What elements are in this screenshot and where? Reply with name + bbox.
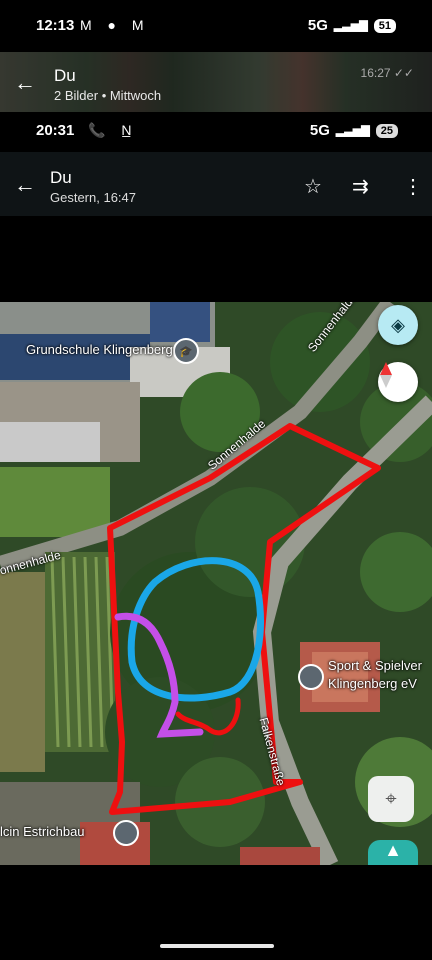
signal-icon: ▂▃▅▇ [333,20,368,32]
contact-title[interactable]: Du [50,168,72,188]
my-location-icon[interactable]: ⌖ [368,776,414,822]
sport-label-2: Klingenberg eV [328,676,417,691]
place-pin-icon [113,820,139,846]
inner-chat-header: ← Du Gestern, 16:47 ☆ ⇉ ⋮ [0,152,432,216]
battery-icon: 51 [373,18,396,33]
outer-chat-header: ← Du 2 Bilder • Mittwoch 16:27 ✓✓ [0,52,432,112]
notification-icons: 📞 N̲ [88,122,138,138]
battery-icon: 25 [375,123,398,138]
business-label: lcin Estrichbau [0,824,85,839]
status-right: 5G ▂▃▅▇ 51 [308,17,396,34]
network-label: 5G [307,17,328,34]
notification-icons: M ● M [80,17,150,33]
map-imagery [0,302,432,865]
forward-icon[interactable]: ⇉ [352,174,369,199]
layers-icon[interactable]: ◈ [378,305,418,345]
back-arrow-icon[interactable]: ← [14,172,36,198]
contact-title[interactable]: Du [54,66,76,86]
status-time: 12:13 [36,17,75,34]
outer-status-bar: 12:13 M ● M 5G ▂▃▅▇ 51 [0,0,432,52]
place-pin-icon [298,664,324,690]
school-label: Grundschule Klingenberg [26,342,173,357]
inner-status-bar: 20:31 📞 N̲ 5G ▂▃▅▇ 25 [0,112,432,152]
status-right: 5G ▂▃▅▇ 25 [310,122,398,139]
directions-icon[interactable]: ▲ [368,840,418,865]
star-icon[interactable]: ☆ [304,174,322,199]
more-menu-icon[interactable]: ⋮ [403,174,423,199]
gesture-nav-bar[interactable] [160,944,274,948]
media-subtitle: 2 Bilder • Mittwoch [54,88,162,103]
sport-label-1: Sport & Spielver [328,658,422,673]
compass-icon[interactable] [378,362,418,402]
network-label: 5G [309,122,330,139]
message-timestamp: 16:27 ✓✓ [360,66,414,80]
date-subtitle: Gestern, 16:47 [50,190,136,205]
back-arrow-icon[interactable]: ← [14,70,36,96]
school-pin-icon: 🎓 [173,338,199,364]
satellite-map-image: 🎓 Grundschule Klingenberg Sonnenhalde So… [0,302,432,865]
status-time: 20:31 [36,122,75,139]
signal-icon: ▂▃▅▇ [335,125,370,137]
